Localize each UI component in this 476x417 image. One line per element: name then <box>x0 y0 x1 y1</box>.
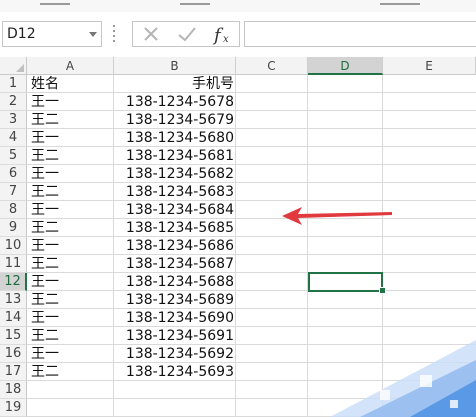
x-icon <box>144 27 158 41</box>
gridline-horizontal <box>27 272 476 273</box>
row-header-1[interactable]: 1 <box>0 75 27 93</box>
select-all-corner[interactable] <box>0 57 27 75</box>
gridline-horizontal <box>27 218 476 219</box>
gridline-horizontal <box>27 200 476 201</box>
row-header-13[interactable]: 13 <box>0 291 27 309</box>
gridline-horizontal <box>27 236 476 237</box>
cell-a8[interactable]: 王一 <box>31 201 59 219</box>
cell-b4[interactable]: 138-1234-5680 <box>116 129 234 147</box>
gridline-horizontal <box>27 182 476 183</box>
row-header-2[interactable]: 2 <box>0 93 27 111</box>
column-header-a[interactable]: A <box>27 57 114 75</box>
formula-bar: D12 f x <box>0 12 476 57</box>
formula-bar-grip[interactable] <box>113 25 116 45</box>
svg-text:x: x <box>223 34 229 45</box>
cell-a10[interactable]: 王一 <box>31 237 59 255</box>
row-header-19[interactable]: 19 <box>0 399 27 417</box>
row-header-14[interactable]: 14 <box>0 309 27 327</box>
cell-b19[interactable] <box>116 399 234 417</box>
cell-a3[interactable]: 王二 <box>31 111 59 129</box>
cell-b13[interactable]: 138-1234-5689 <box>116 291 234 309</box>
cell-a11[interactable]: 王二 <box>31 255 59 273</box>
name-box-value: D12 <box>7 26 36 42</box>
cell-a5[interactable]: 王二 <box>31 147 59 165</box>
row-header-18[interactable]: 18 <box>0 381 27 399</box>
row-header-16[interactable]: 16 <box>0 345 27 363</box>
ribbon-mark <box>40 3 70 5</box>
row-header-4[interactable]: 4 <box>0 129 27 147</box>
cell-b3[interactable]: 138-1234-5679 <box>116 111 234 129</box>
row-header-11[interactable]: 11 <box>0 255 27 273</box>
gridline-horizontal <box>27 254 476 255</box>
gridline-horizontal <box>27 326 476 327</box>
cell-a16[interactable]: 王一 <box>31 345 59 363</box>
gridline-horizontal <box>27 308 476 309</box>
fill-handle[interactable] <box>379 287 386 294</box>
cell-b8[interactable]: 138-1234-5684 <box>116 201 234 219</box>
enter-button[interactable] <box>171 22 203 46</box>
gridline-horizontal <box>27 164 476 165</box>
cell-a15[interactable]: 王二 <box>31 327 59 345</box>
cancel-button[interactable] <box>135 22 167 46</box>
cell-b18[interactable] <box>116 381 234 399</box>
cell-b1[interactable]: 手机号 <box>116 75 234 93</box>
gridline-horizontal <box>27 110 476 111</box>
cell-b11[interactable]: 138-1234-5687 <box>116 255 234 273</box>
cell-a17[interactable]: 王二 <box>31 363 59 381</box>
cell-a6[interactable]: 王一 <box>31 165 59 183</box>
red-arrow-annotation <box>282 207 392 225</box>
active-cell-selection[interactable] <box>308 272 383 292</box>
gridline-horizontal <box>27 92 476 93</box>
row-header-7[interactable]: 7 <box>0 183 27 201</box>
row-header-9[interactable]: 9 <box>0 219 27 237</box>
cell-a14[interactable]: 王一 <box>31 309 59 327</box>
column-header-b[interactable]: B <box>114 57 236 75</box>
insert-function-button[interactable]: f x <box>205 22 237 46</box>
gridline-horizontal <box>27 128 476 129</box>
watermark-decoration <box>330 340 476 417</box>
column-header-d[interactable]: D <box>308 57 383 75</box>
ribbon-mark <box>180 3 210 5</box>
row-header-6[interactable]: 6 <box>0 165 27 183</box>
cell-a1[interactable]: 姓名 <box>31 75 59 93</box>
formula-input[interactable] <box>244 21 476 47</box>
cell-a4[interactable]: 王一 <box>31 129 59 147</box>
gridline-vertical <box>235 75 236 417</box>
gridline-vertical <box>307 75 308 417</box>
column-header-c[interactable]: C <box>236 57 308 75</box>
cell-a9[interactable]: 王二 <box>31 219 59 237</box>
cell-b5[interactable]: 138-1234-5681 <box>116 147 234 165</box>
cell-a7[interactable]: 王二 <box>31 183 59 201</box>
row-header-15[interactable]: 15 <box>0 327 27 345</box>
cell-a2[interactable]: 王一 <box>31 93 59 111</box>
row-header-8[interactable]: 8 <box>0 201 27 219</box>
gridline-vertical <box>113 75 114 417</box>
gridline-horizontal <box>27 146 476 147</box>
function-icon: f x <box>212 25 229 46</box>
ribbon-mark <box>380 3 420 5</box>
name-box[interactable]: D12 <box>2 21 102 47</box>
cell-b14[interactable]: 138-1234-5690 <box>116 309 234 327</box>
row-header-17[interactable]: 17 <box>0 363 27 381</box>
cell-b12[interactable]: 138-1234-5688 <box>116 273 234 291</box>
cell-a12[interactable]: 王一 <box>31 273 59 291</box>
chevron-down-icon[interactable] <box>89 32 97 37</box>
cell-b7[interactable]: 138-1234-5683 <box>116 183 234 201</box>
cell-b16[interactable]: 138-1234-5692 <box>116 345 234 363</box>
checkmark-icon <box>178 27 196 42</box>
cell-b9[interactable]: 138-1234-5685 <box>116 219 234 237</box>
cell-a13[interactable]: 王二 <box>31 291 59 309</box>
row-header-10[interactable]: 10 <box>0 237 27 255</box>
gridline-horizontal <box>27 290 476 291</box>
cell-b15[interactable]: 138-1234-5691 <box>116 327 234 345</box>
row-header-5[interactable]: 5 <box>0 147 27 165</box>
column-header-e[interactable]: E <box>383 57 476 75</box>
cell-b10[interactable]: 138-1234-5686 <box>116 237 234 255</box>
cell-b2[interactable]: 138-1234-5678 <box>116 93 234 111</box>
row-header-12[interactable]: 12 <box>0 273 27 291</box>
row-header-3[interactable]: 3 <box>0 111 27 129</box>
cell-b17[interactable]: 138-1234-5693 <box>116 363 234 381</box>
cell-b6[interactable]: 138-1234-5682 <box>116 165 234 183</box>
formula-buttons: f x <box>132 21 240 47</box>
